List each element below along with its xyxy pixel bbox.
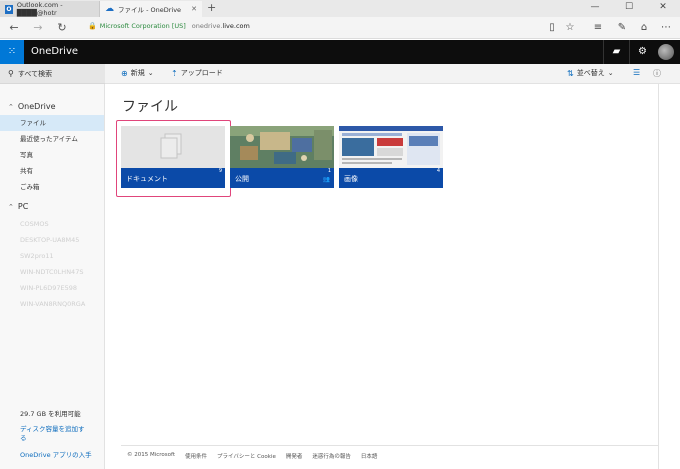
address-bar: ← → ↻ 🔒 Microsoft Corporation [US] onedr… [0,17,680,39]
search-label: すべて検索 [17,69,53,78]
folder-tile-public[interactable]: 公開 1 👥 [230,126,334,188]
sidebar-item-pc[interactable]: WIN-VAN8RNQ0RGA [0,296,104,312]
new-label: 新規 [130,69,145,77]
folder-name: 公開 [230,168,334,188]
chevron-up-icon: ⌃ [8,102,14,111]
add-storage-link[interactable]: ディスク容量を追加する [20,425,90,443]
sidebar: ⌃ OneDrive ファイル 最近使ったアイテム 写真 共有 ごみ箱 ⌃ PC… [0,84,105,469]
reading-view-icon[interactable]: ▯ [544,20,560,36]
close-icon[interactable]: ✕ [191,5,197,13]
webpage-screenshot-thumbnail [339,126,443,168]
folder-thumbnail [339,126,443,168]
hub-icon[interactable]: ≡ [590,20,606,36]
sort-label: 並べ替え [576,69,605,77]
game-screenshot-thumbnail [230,126,334,168]
folder-name: ドキュメント [121,168,225,188]
sidebar-section-pc[interactable]: ⌃ PC [8,202,28,211]
sidebar-item-files[interactable]: ファイル [0,115,104,131]
app-header: ⁙ OneDrive ▰ ⚙ [0,40,680,64]
chevron-up-icon: ⌃ [8,202,14,211]
footer-divider [121,445,658,446]
plus-circle-icon: ⊕ [121,68,128,78]
document-stack-icon [160,133,182,159]
storage-available: 29.7 GB を利用可能 [20,410,81,418]
main-content: ファイル ドキュメント 9 公開 1 👥 画像 4 © 2015 Microso… [105,84,680,469]
new-tab-button[interactable]: + [207,1,216,15]
url-field[interactable]: 🔒 Microsoft Corporation [US] onedrive.li… [88,22,250,30]
sidebar-item-photos[interactable]: 写真 [0,147,104,163]
certificate-label: Microsoft Corporation [US] [99,22,186,30]
footer-link-privacy[interactable]: プライバシーと Cookie [217,452,276,460]
info-button[interactable]: ⓘ [653,68,664,79]
refresh-icon[interactable]: ↻ [54,20,70,36]
search-icon: ⚲ [8,69,14,78]
forward-icon[interactable]: → [30,20,46,36]
notifications-icon[interactable]: ▰ [603,40,629,64]
tab-title: ファイル - OneDrive [118,6,182,14]
item-count: 4 [436,168,440,174]
app-launcher-icon[interactable]: ⁙ [0,40,24,64]
footer-link-language[interactable]: 日本語 [361,452,378,460]
share-icon[interactable]: ⌂ [636,20,652,36]
minimize-icon[interactable]: — [578,0,612,17]
footer-link-report-abuse[interactable]: 迷惑行為の報告 [312,452,351,460]
sidebar-section-onedrive[interactable]: ⌃ OneDrive [8,102,56,111]
page-title: ファイル [122,99,178,115]
cloud-icon: ☁ [105,3,114,14]
info-icon: ⓘ [653,69,661,78]
section-label: PC [17,202,29,211]
chevron-down-icon: ⌄ [147,69,154,77]
app-title[interactable]: OneDrive [31,46,78,57]
footer-link-terms[interactable]: 使用条件 [185,452,207,460]
shared-people-icon: 👥 [322,176,330,183]
sidebar-item-pc[interactable]: WIN-PL6D97E598 [0,280,104,296]
sort-button[interactable]: ⇅ 並べ替え ⌄ [567,68,614,78]
footer-link-developers[interactable]: 開発者 [286,452,303,460]
maximize-icon[interactable]: ☐ [612,0,646,17]
lock-icon: 🔒 [88,22,97,30]
sort-icon: ⇅ [567,68,574,78]
command-bar: ⊕ 新規 ⌄ ⇡ アップロード ⇅ 並べ替え ⌄ ☰ ⓘ [105,64,680,84]
folder-name: 画像 [339,168,443,188]
folder-thumbnail [121,126,225,168]
more-icon[interactable]: ⋯ [658,20,674,36]
item-count: 1 [327,168,331,174]
outlook-icon: O [5,4,13,14]
favorite-star-icon[interactable]: ☆ [562,20,578,36]
upload-button[interactable]: ⇡ アップロード [171,68,223,78]
folder-tile-documents[interactable]: ドキュメント 9 [121,126,225,188]
folder-thumbnail [230,126,334,168]
sidebar-item-shared[interactable]: 共有 [0,163,104,179]
web-note-icon[interactable]: ✎ [614,20,630,36]
window-close-icon[interactable]: ✕ [646,0,680,17]
sidebar-item-pc[interactable]: SW2pro11 [0,248,104,264]
sidebar-item-pc[interactable]: COSMOS [0,216,104,232]
sidebar-item-recent[interactable]: 最近使ったアイテム [0,131,104,147]
tab-outlook[interactable]: O Outlook.com - ████@hotr [0,1,100,17]
search-all[interactable]: ⚲ すべて検索 [0,64,105,84]
upload-icon: ⇡ [171,68,178,78]
list-view-icon: ☰ [633,68,641,77]
tab-bar: O Outlook.com - ████@hotr ☁ ファイル - OneDr… [0,0,680,17]
sidebar-item-pc[interactable]: DESKTOP-UA8M45 [0,232,104,248]
avatar[interactable] [658,44,674,60]
back-icon[interactable]: ← [6,20,22,36]
gear-icon[interactable]: ⚙ [629,40,655,64]
tab-title: Outlook.com - ████@hotr [16,1,63,17]
new-button[interactable]: ⊕ 新規 ⌄ [121,68,154,78]
section-label: OneDrive [17,102,56,111]
footer-copyright: © 2015 Microsoft [127,452,176,458]
item-count: 9 [218,168,222,174]
chevron-down-icon: ⌄ [607,69,614,77]
upload-label: アップロード [180,69,223,77]
tab-onedrive[interactable]: ☁ ファイル - OneDrive ✕ [100,1,202,17]
folder-tile-pictures[interactable]: 画像 4 [339,126,443,188]
sidebar-item-recycle-bin[interactable]: ごみ箱 [0,179,104,195]
url-text: onedrive.live.com [191,22,250,30]
sidebar-item-pc[interactable]: WIN-NDTC0LHN47S [0,264,104,280]
footer: © 2015 Microsoft 使用条件 プライバシーと Cookie 開発者… [127,452,377,460]
get-app-link[interactable]: OneDrive アプリの入手 [20,449,92,459]
list-view-button[interactable]: ☰ [633,68,643,77]
scroll-divider [658,84,659,469]
